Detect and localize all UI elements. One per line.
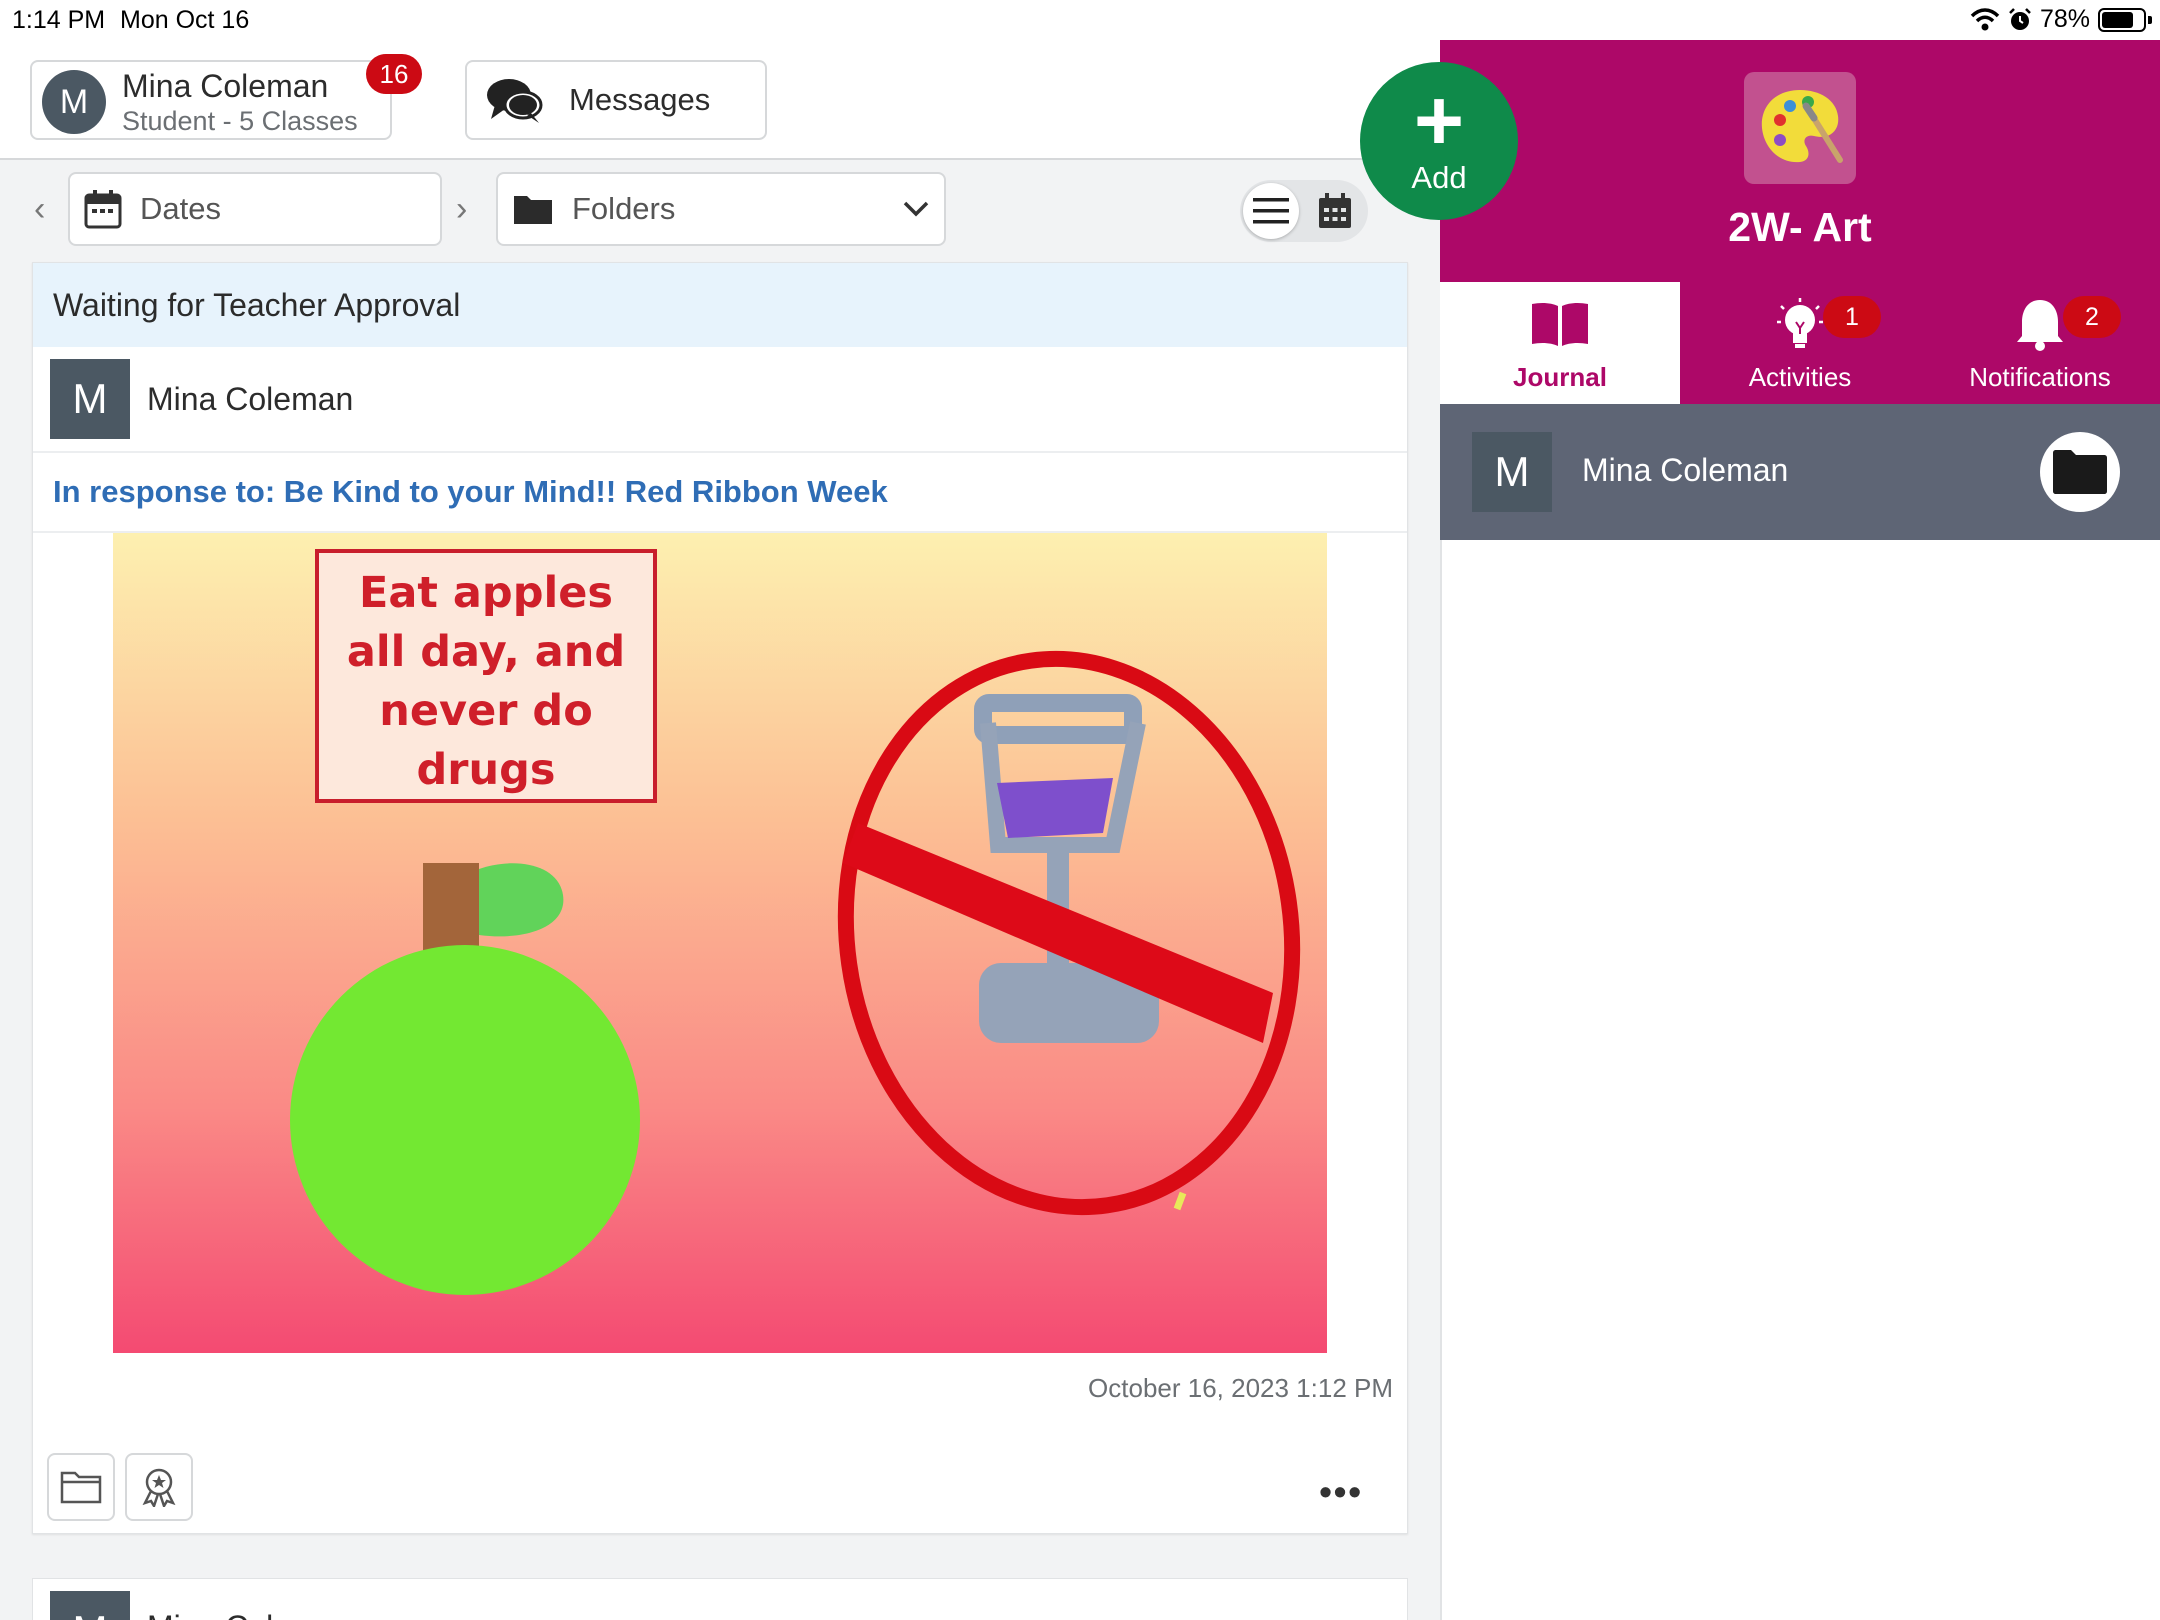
artwork-text-line-3: never do <box>379 686 592 736</box>
add-button[interactable]: + Add <box>1360 62 1518 220</box>
folders-dropdown[interactable]: Folders <box>496 172 946 246</box>
post-author-row: M Mina Coleman <box>33 347 1407 453</box>
alarm-icon <box>2009 7 2031 30</box>
journal-post-next: M Mina Coleman <box>32 1578 1408 1620</box>
status-date: Mon Oct 16 <box>120 6 250 34</box>
status-bar-right: 78% <box>1440 0 2160 40</box>
move-to-folder-button[interactable] <box>47 1453 115 1521</box>
tab-journal[interactable]: Journal <box>1440 282 1680 404</box>
chat-bubbles-icon <box>487 79 543 123</box>
class-tabs: Journal Activities 1 Notifications 2 <box>1440 282 2160 404</box>
student-artwork-image[interactable]: Eat apples all day, and never do drugs <box>113 533 1327 1353</box>
artwork-text-line-4: drugs <box>417 745 556 795</box>
artwork-text-line-2: all day, and <box>347 627 625 677</box>
dates-label: Dates <box>140 191 221 226</box>
lightbulb-icon <box>1777 298 1823 348</box>
student-avatar: M <box>1472 432 1552 512</box>
student-name: Mina Coleman <box>1582 452 1789 488</box>
list-icon <box>1253 198 1289 224</box>
student-list-item[interactable]: M Mina Coleman <box>1440 404 2160 540</box>
student-folder-button[interactable] <box>2040 432 2120 512</box>
notifications-badge: 2 <box>2063 296 2121 338</box>
dates-filter[interactable]: Dates <box>68 172 442 246</box>
folders-label: Folders <box>572 191 676 226</box>
journal-post: Waiting for Teacher Approval M Mina Cole… <box>32 262 1408 1534</box>
messages-label: Messages <box>569 82 711 117</box>
post-timestamp: October 16, 2023 1:12 PM <box>1088 1373 1393 1403</box>
art-palette-icon <box>1761 90 1843 163</box>
user-notification-badge: 16 <box>366 54 422 94</box>
tab-activities-label: Activities <box>1748 362 1852 392</box>
battery-fill <box>2102 11 2134 28</box>
tab-notifications-label: Notifications <box>1969 362 2111 392</box>
next-post-author-name: Mina Coleman <box>147 1609 353 1620</box>
next-post-author-avatar: M <box>50 1591 130 1620</box>
bell-icon <box>2017 300 2063 351</box>
wifi-icon <box>1970 7 2000 30</box>
status-bar: 1:14 PM Mon Oct 16 <box>0 0 1440 40</box>
calendar-icon <box>84 190 122 229</box>
prev-date-arrow-icon[interactable]: ‹ <box>34 190 45 229</box>
more-options-button[interactable]: ••• <box>1319 1471 1363 1513</box>
messages-button[interactable]: Messages <box>465 60 767 140</box>
award-button[interactable] <box>125 1453 193 1521</box>
add-label: Add <box>1411 160 1467 195</box>
class-icon-tile <box>1744 72 1856 184</box>
view-toggle[interactable] <box>1240 180 1368 242</box>
book-icon <box>1532 302 1588 346</box>
battery-percent: 78% <box>2039 5 2090 33</box>
award-ribbon-icon <box>142 1468 176 1507</box>
user-avatar: M <box>42 70 106 134</box>
list-view-button[interactable] <box>1243 183 1299 239</box>
next-date-arrow-icon[interactable]: › <box>456 190 467 229</box>
class-title: 2W- Art <box>1728 204 1872 250</box>
folder-icon <box>514 196 552 224</box>
class-panel: 78% 2W- Art + Add Journal Activities 1 N… <box>1360 0 2160 1620</box>
class-header: 2W- Art <box>1440 40 2160 282</box>
status-time: 1:14 PM <box>12 6 106 34</box>
user-subtitle: Student - 5 Classes <box>122 106 358 136</box>
folder-icon <box>2053 450 2107 494</box>
post-author-avatar: M <box>50 359 130 439</box>
chevron-down-icon <box>903 201 929 217</box>
response-to-link[interactable]: In response to: Be Kind to your Mind!! R… <box>33 453 1407 533</box>
plus-icon: + <box>1413 73 1465 169</box>
approval-status-bar: Waiting for Teacher Approval <box>33 263 1407 347</box>
artwork-text-line-1: Eat apples <box>359 568 613 618</box>
tab-notifications[interactable]: Notifications 2 <box>1920 282 2160 404</box>
activities-badge: 1 <box>1823 296 1881 338</box>
tab-journal-label: Journal <box>1513 362 1607 392</box>
top-header: M Mina Coleman Student - 5 Classes 16 Me… <box>0 40 1440 160</box>
post-author-name: Mina Coleman <box>147 380 354 417</box>
folder-outline-icon <box>60 1471 102 1504</box>
user-profile-button[interactable]: M Mina Coleman Student - 5 Classes 16 <box>30 54 422 140</box>
battery-icon <box>2098 7 2152 32</box>
tab-activities[interactable]: Activities 1 <box>1680 282 1920 404</box>
calendar-view-icon[interactable] <box>1318 193 1352 229</box>
user-name: Mina Coleman <box>122 68 329 104</box>
